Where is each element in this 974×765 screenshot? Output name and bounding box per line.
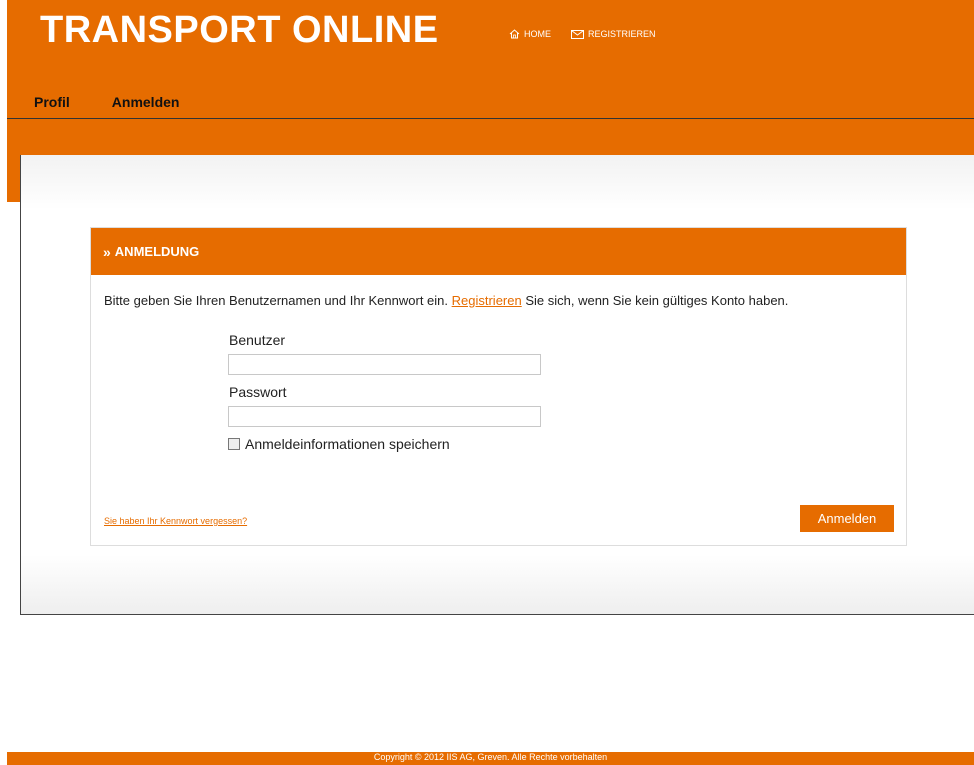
register-link[interactable]: Registrieren bbox=[452, 293, 522, 308]
nav-item-anmelden[interactable]: Anmelden bbox=[112, 94, 180, 110]
remember-checkbox[interactable] bbox=[228, 438, 240, 450]
username-input[interactable] bbox=[228, 354, 541, 375]
header-band bbox=[7, 119, 974, 155]
login-panel-header: » ANMELDUNG bbox=[91, 228, 906, 275]
site-footer: Copyright © 2012 IIS AG, Greven. Alle Re… bbox=[7, 752, 974, 765]
forgot-password-link[interactable]: Sie haben Ihr Kennwort vergessen? bbox=[104, 516, 247, 526]
top-nav-register-label: REGISTRIEREN bbox=[588, 29, 656, 39]
intro-text-after: Sie sich, wenn Sie kein gültiges Konto h… bbox=[521, 293, 789, 308]
nav-item-profil[interactable]: Profil bbox=[34, 94, 70, 110]
username-label: Benutzer bbox=[229, 332, 286, 348]
login-intro: Bitte geben Sie Ihren Benutzernamen und … bbox=[104, 293, 788, 308]
mail-icon bbox=[571, 29, 584, 39]
password-label: Passwort bbox=[229, 384, 287, 400]
home-icon bbox=[509, 29, 520, 39]
main-nav: Profil Anmelden bbox=[34, 94, 179, 110]
login-panel: » ANMELDUNG Bitte geben Sie Ihren Benutz… bbox=[90, 227, 907, 546]
double-chevron-right-icon: » bbox=[103, 243, 111, 260]
site-header: TRANSPORT ONLINE HOME REGISTRIEREN Profi… bbox=[7, 0, 974, 118]
password-input[interactable] bbox=[228, 406, 541, 427]
top-nav-home-label: HOME bbox=[524, 29, 551, 39]
top-nav-home[interactable]: HOME bbox=[509, 29, 551, 39]
top-nav: HOME REGISTRIEREN bbox=[509, 29, 656, 39]
remember-label: Anmeldeinformationen speichern bbox=[245, 436, 450, 452]
login-panel-title: ANMELDUNG bbox=[114, 244, 200, 259]
copyright-text: Copyright © 2012 IIS AG, Greven. Alle Re… bbox=[373, 752, 608, 762]
remember-me[interactable]: Anmeldeinformationen speichern bbox=[228, 436, 450, 452]
intro-text-before: Bitte geben Sie Ihren Benutzernamen und … bbox=[104, 293, 452, 308]
login-button[interactable]: Anmelden bbox=[800, 505, 894, 532]
header-band-left bbox=[7, 155, 21, 202]
top-nav-register[interactable]: REGISTRIEREN bbox=[571, 29, 656, 39]
site-logo-text[interactable]: TRANSPORT ONLINE bbox=[40, 9, 439, 52]
